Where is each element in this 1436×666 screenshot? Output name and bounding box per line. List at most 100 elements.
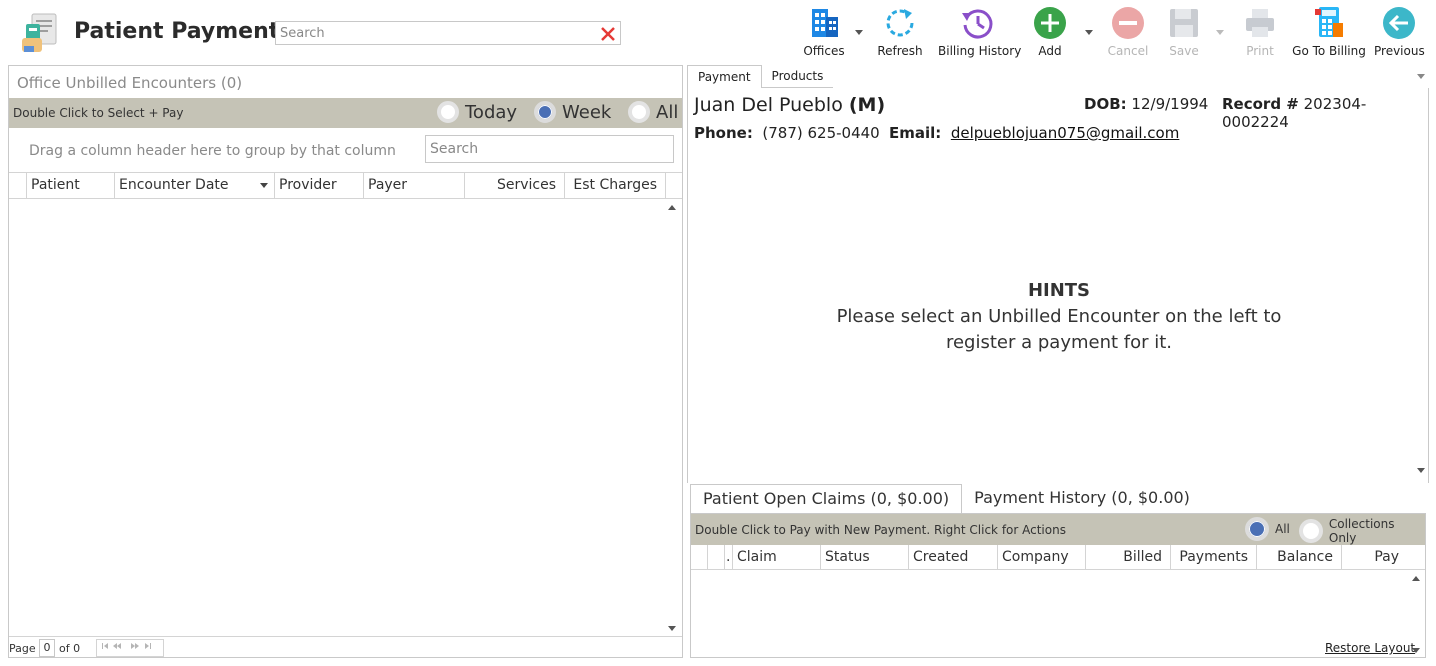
column-services[interactable]: Services <box>464 173 564 198</box>
refresh-label: Refresh <box>877 44 923 58</box>
radio-claims-all[interactable]: All <box>1245 517 1290 541</box>
add-dropdown-icon[interactable] <box>1085 30 1093 35</box>
patient-name: Juan Del Pueblo (M) <box>694 94 885 116</box>
column-patient[interactable]: Patient <box>26 173 114 198</box>
offices-dropdown-icon[interactable] <box>855 30 863 35</box>
pager-page-label: Page <box>9 642 36 655</box>
radio-week-dot[interactable] <box>534 101 556 123</box>
claims-grid-header: . Claim Status Created Company Billed Pa… <box>691 545 1425 570</box>
column-company[interactable]: Company <box>997 545 1085 569</box>
column-billed[interactable]: Billed <box>1085 545 1170 569</box>
email-link[interactable]: delpueblojuan075@gmail.com <box>951 124 1180 142</box>
restore-layout-link[interactable]: Restore Layout <box>1325 641 1415 655</box>
go-to-billing-button[interactable]: Go To Billing <box>1292 5 1366 58</box>
column-encounter-date[interactable]: Encounter Date <box>114 173 274 198</box>
history-icon <box>959 5 995 41</box>
cancel-button[interactable]: Cancel <box>1106 5 1150 58</box>
column-provider[interactable]: Provider <box>274 173 363 198</box>
refresh-icon <box>882 5 918 41</box>
tab-payment-history[interactable]: Payment History (0, $0.00) <box>962 484 1202 514</box>
save-button[interactable]: Save <box>1163 5 1205 58</box>
pager-navigation[interactable] <box>96 639 164 657</box>
radio-claims-all-dot[interactable] <box>1245 517 1269 541</box>
payment-scrollbar[interactable] <box>1414 88 1428 480</box>
claims-row-selector <box>691 545 707 569</box>
radio-all[interactable]: All <box>628 101 678 123</box>
radio-all-label: All <box>656 101 679 123</box>
phone-label: Phone: <box>694 124 753 142</box>
pager: Page 0 of 0 <box>9 636 682 658</box>
save-label: Save <box>1169 44 1199 58</box>
encounters-search-box[interactable] <box>425 135 674 163</box>
radio-week[interactable]: Week <box>534 101 611 123</box>
add-button[interactable]: Add <box>1028 5 1072 58</box>
radio-today-dot[interactable] <box>437 101 459 123</box>
app-logo-icon <box>20 12 60 54</box>
radio-collections-only[interactable]: Collections Only <box>1299 517 1425 545</box>
tab-products[interactable]: Products <box>761 65 834 88</box>
claims-grid: Double Click to Pay with New Payment. Ri… <box>690 513 1426 658</box>
cancel-label: Cancel <box>1107 44 1149 58</box>
group-by-hint[interactable]: Drag a column header here to group by th… <box>29 143 396 159</box>
claims-hint: Double Click to Pay with New Payment. Ri… <box>695 523 1066 537</box>
patient-record: Record # 202304-0002224 <box>1222 95 1428 131</box>
column-pay[interactable]: Pay <box>1341 545 1407 569</box>
pager-of-label: of 0 <box>59 642 81 655</box>
billing-history-label: Billing History <box>938 44 1022 58</box>
offices-button[interactable]: Offices <box>800 5 848 58</box>
claims-tabs: Patient Open Claims (0, $0.00) Payment H… <box>690 484 1202 514</box>
patient-dob: DOB: 12/9/1994 <box>1084 95 1208 113</box>
print-button[interactable]: Print <box>1240 5 1280 58</box>
column-status[interactable]: Status <box>820 545 908 569</box>
search-box[interactable] <box>275 21 621 45</box>
hints-line-2: register a payment for it. <box>945 332 1173 353</box>
patient-email: Email: delpueblojuan075@gmail.com <box>889 124 1179 142</box>
column-balance[interactable]: Balance <box>1256 545 1341 569</box>
column-payer[interactable]: Payer <box>363 173 464 198</box>
search-input[interactable] <box>276 22 576 45</box>
scroll-up-icon[interactable] <box>668 205 676 210</box>
pager-page-input[interactable]: 0 <box>39 639 55 657</box>
tab-open-claims[interactable]: Patient Open Claims (0, $0.00) <box>690 484 963 514</box>
encounters-scrollbar[interactable] <box>665 201 679 635</box>
building-icon <box>806 5 842 41</box>
refresh-button[interactable]: Refresh <box>876 5 924 58</box>
cancel-icon <box>1110 5 1146 41</box>
back-arrow-icon <box>1381 5 1417 41</box>
sort-desc-icon <box>260 183 268 188</box>
offices-label: Offices <box>803 44 845 58</box>
radio-collections-only-label: Collections Only <box>1328 517 1395 545</box>
radio-week-label: Week <box>562 101 612 123</box>
column-claim[interactable]: Claim <box>732 545 820 569</box>
column-created[interactable]: Created <box>908 545 997 569</box>
payment-area: Juan Del Pueblo (M) DOB: 12/9/1994 Recor… <box>687 88 1429 483</box>
previous-button[interactable]: Previous <box>1374 5 1425 58</box>
encounters-search-input[interactable] <box>426 136 673 162</box>
go-to-billing-label: Go To Billing <box>1292 44 1366 58</box>
tab-payment[interactable]: Payment <box>687 65 762 88</box>
tabs-menu-dropdown-icon[interactable] <box>1417 74 1425 79</box>
email-label: Email: <box>889 124 942 142</box>
payment-scroll-down-icon[interactable] <box>1417 468 1425 473</box>
radio-claims-all-label: All <box>1275 522 1290 536</box>
column-dot[interactable]: . <box>724 545 732 569</box>
row-selector-column <box>9 173 26 198</box>
unbilled-encounters-title: Office Unbilled Encounters (0) <box>17 74 243 92</box>
billing-history-button[interactable]: Billing History <box>938 5 1022 58</box>
dob-value: 12/9/1994 <box>1131 95 1209 113</box>
radio-collections-only-dot[interactable] <box>1299 519 1323 543</box>
dob-label: DOB: <box>1084 95 1127 113</box>
print-label: Print <box>1246 44 1274 58</box>
column-payments[interactable]: Payments <box>1170 545 1256 569</box>
radio-today[interactable]: Today <box>437 101 517 123</box>
save-icon <box>1166 5 1202 41</box>
previous-label: Previous <box>1374 44 1425 58</box>
claims-scroll-up-icon[interactable] <box>1412 576 1420 581</box>
column-est-charges[interactable]: Est Charges <box>564 173 665 198</box>
clear-search-icon[interactable] <box>598 24 618 44</box>
radio-all-dot[interactable] <box>628 101 650 123</box>
save-dropdown-icon[interactable] <box>1216 30 1224 35</box>
claims-expand-column <box>707 545 724 569</box>
hints-title: HINTS <box>1027 280 1091 301</box>
scroll-down-icon[interactable] <box>668 626 676 631</box>
